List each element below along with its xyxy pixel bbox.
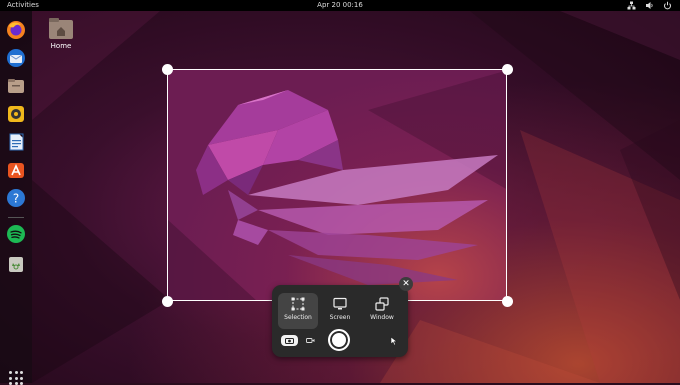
network-icon bbox=[627, 1, 636, 10]
screenshot-panel: Selection Screen Window bbox=[272, 285, 408, 357]
svg-text:?: ? bbox=[13, 192, 19, 206]
capture-button[interactable] bbox=[328, 329, 350, 351]
screen-mode-label: Screen bbox=[329, 314, 351, 321]
system-tray[interactable] bbox=[627, 1, 672, 10]
screen-mode-button[interactable]: Screen bbox=[320, 293, 360, 329]
screenshot-type-button[interactable] bbox=[281, 335, 298, 346]
screen-icon bbox=[333, 297, 347, 310]
selection-handle-top-right[interactable] bbox=[502, 64, 513, 75]
home-folder-icon[interactable] bbox=[48, 16, 74, 40]
jellyfish-artwork bbox=[168, 70, 506, 300]
dock-separator bbox=[8, 217, 24, 218]
clock[interactable]: Apr 20 00:16 bbox=[0, 0, 680, 11]
selection-icon bbox=[291, 297, 305, 311]
volume-icon bbox=[646, 2, 653, 9]
selection-handle-top-left[interactable] bbox=[162, 64, 173, 75]
libreoffice-writer-icon[interactable] bbox=[5, 131, 27, 153]
dock: ? bbox=[0, 11, 32, 385]
close-icon[interactable]: ✕ bbox=[399, 277, 413, 291]
power-icon bbox=[664, 1, 671, 10]
rhythmbox-icon[interactable] bbox=[5, 103, 27, 125]
video-camera-icon bbox=[306, 338, 315, 343]
files-icon[interactable] bbox=[5, 75, 27, 97]
thunderbird-icon[interactable] bbox=[5, 47, 27, 69]
selection-area[interactable] bbox=[167, 69, 507, 301]
screencast-type-button[interactable] bbox=[302, 335, 319, 346]
selection-mode-button[interactable]: Selection bbox=[278, 293, 318, 329]
camera-icon bbox=[285, 338, 294, 344]
pointer-icon[interactable] bbox=[390, 336, 398, 346]
trash-icon[interactable] bbox=[5, 253, 27, 275]
app-center-icon[interactable] bbox=[5, 159, 27, 181]
top-bar: Activities Apr 20 00:16 bbox=[0, 0, 680, 11]
window-icon bbox=[375, 297, 389, 311]
window-mode-label: Window bbox=[370, 314, 394, 321]
spotify-icon[interactable] bbox=[5, 223, 27, 245]
home-folder-label: Home bbox=[50, 42, 72, 50]
selection-handle-bottom-left[interactable] bbox=[162, 296, 173, 307]
firefox-icon[interactable] bbox=[5, 19, 27, 41]
selection-mode-label: Selection bbox=[284, 314, 312, 321]
help-icon[interactable]: ? bbox=[5, 187, 27, 209]
window-mode-button[interactable]: Window bbox=[362, 293, 402, 329]
selection-handle-bottom-right[interactable] bbox=[502, 296, 513, 307]
capture-type-toggle bbox=[281, 335, 319, 346]
